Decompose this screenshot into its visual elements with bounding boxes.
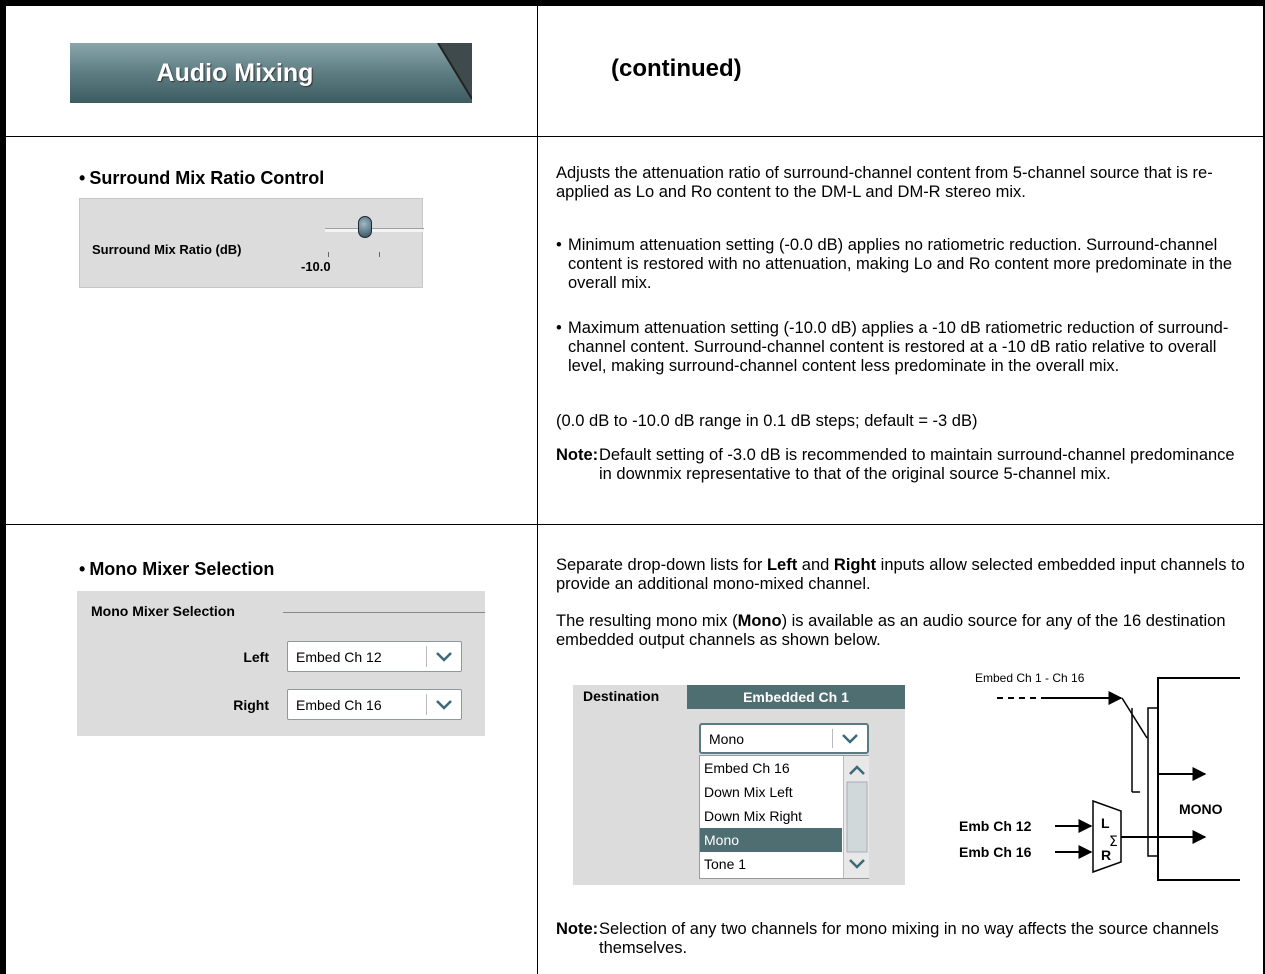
destination-select[interactable]: Mono <box>699 723 869 754</box>
right-select-value: Embed Ch 16 <box>296 697 382 713</box>
continued-heading: (continued) <box>611 55 742 82</box>
left-select[interactable]: Embed Ch 12 <box>287 641 462 672</box>
mono-para-1: Separate drop-down lists for Left and Ri… <box>556 556 1245 593</box>
mono-mixer-panel: Mono Mixer Selection Left Embed Ch 12 Ri… <box>77 591 485 736</box>
list-item[interactable]: Down Mix Right <box>700 804 842 828</box>
destination-label: Destination <box>583 688 660 704</box>
mixer-l-label: L <box>1101 815 1110 831</box>
mono-mix-diagram: Embed Ch 1 - Ch 16 L R Σ Emb Ch 12 Emb C… <box>959 671 1240 881</box>
left-border <box>0 0 6 974</box>
destination-select-value: Mono <box>709 731 745 747</box>
mono-panel-heading: Mono Mixer Selection <box>91 603 235 619</box>
destination-panel: Destination Embedded Ch 1 Mono Embed Ch … <box>573 685 905 885</box>
surround-range: (0.0 dB to -10.0 dB range in 0.1 dB step… <box>556 412 978 430</box>
top-border <box>0 0 1265 6</box>
mono-title: • Mono Mixer Selection <box>79 559 275 579</box>
mono-para-2: The resulting mono mix (Mono) is availab… <box>556 612 1226 649</box>
list-scrollbar[interactable] <box>843 756 869 878</box>
column-divider <box>537 6 538 974</box>
scrollbar-arrows-icon <box>846 765 868 869</box>
chevron-down-icon[interactable] <box>841 730 859 748</box>
row-divider <box>6 136 1264 137</box>
surround-ratio-panel: Surround Mix Ratio (dB) -10.0 <box>79 198 424 288</box>
destination-tab[interactable]: Embedded Ch 1 <box>687 685 905 709</box>
left-select-value: Embed Ch 12 <box>296 649 382 665</box>
emb12-label: Emb Ch 12 <box>959 818 1032 834</box>
mono-output-label: MONO <box>1179 801 1223 817</box>
emb16-label: Emb Ch 16 <box>959 844 1032 860</box>
embed-range-label: Embed Ch 1 - Ch 16 <box>975 671 1085 685</box>
list-item[interactable]: Down Mix Left <box>700 780 842 804</box>
list-item[interactable]: Embed Ch 16 <box>700 756 842 780</box>
list-item-selected[interactable]: Mono <box>700 828 842 852</box>
right-label: Right <box>233 697 269 713</box>
panel-divider <box>283 612 485 613</box>
surround-title: • Surround Mix Ratio Control <box>79 168 325 188</box>
section-tab: Audio Mixing <box>70 43 472 103</box>
surround-intro: Adjusts the attenuation ratio of surroun… <box>556 164 1213 201</box>
right-select[interactable]: Embed Ch 16 <box>287 689 462 720</box>
tab-title: Audio Mixing <box>156 59 314 87</box>
chevron-down-icon[interactable] <box>435 696 453 714</box>
slider-tick <box>328 252 329 257</box>
list-item[interactable]: Tone 1 <box>700 852 842 876</box>
page-frame: Audio Mixing (continued) • Surround Mix R… <box>0 0 1265 974</box>
slider-tick <box>379 252 380 257</box>
sigma-icon: Σ <box>1109 834 1118 850</box>
surround-ratio-label: Surround Mix Ratio (dB) <box>92 242 242 257</box>
chevron-down-icon[interactable] <box>435 648 453 666</box>
surround-ratio-slider-track[interactable] <box>325 228 424 232</box>
destination-options-list[interactable]: Embed Ch 16 Down Mix Left Down Mix Right… <box>699 755 869 879</box>
row-divider <box>6 524 1264 525</box>
surround-ratio-slider-thumb[interactable] <box>358 216 372 238</box>
surround-ratio-value: -10.0 <box>301 259 331 274</box>
left-label: Left <box>243 649 269 665</box>
